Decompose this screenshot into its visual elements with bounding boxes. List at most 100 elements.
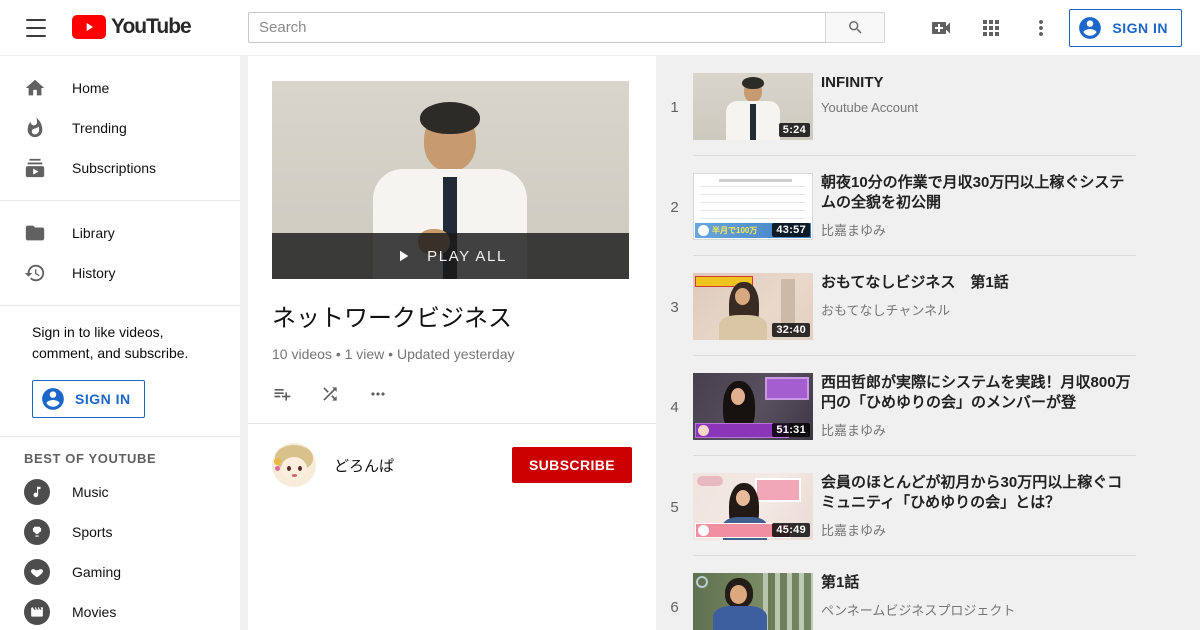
trending-icon <box>27 117 43 138</box>
sidebar-item-movies[interactable]: Movies <box>0 592 240 630</box>
history-icon <box>24 264 45 282</box>
apps-grid-icon[interactable] <box>979 16 1003 40</box>
panel-divider <box>248 423 656 424</box>
video-row[interactable]: 2 半月で100万 43:57 朝夜10分の作業で月収30万円以上稼ぐシステムの… <box>656 156 1200 256</box>
video-title: 西田哲郎が実際にシステムを実践！月収800万円の「ひめゆりの会」のメンバーが登 <box>821 374 1131 411</box>
sidebar-item-trending[interactable]: Trending <box>0 108 240 148</box>
play-all-overlay[interactable]: PLAY ALL <box>272 233 629 279</box>
shuffle-icon[interactable] <box>320 384 340 409</box>
more-actions-icon[interactable] <box>368 384 388 409</box>
sign-in-label: SIGN IN <box>75 391 131 407</box>
top-header: YouTube SIGN IN <box>0 0 1200 56</box>
account-icon <box>1079 17 1102 39</box>
search-bar <box>248 12 885 43</box>
sidebar-item-label: Library <box>72 225 115 241</box>
channel-avatar[interactable] <box>272 443 316 487</box>
playlist-title: ネットワークビジネス <box>272 305 512 332</box>
sidebar-item-label: Gaming <box>72 564 122 580</box>
video-title: 会員のほとんどが初月から30万円以上稼ぐコミュニティ「ひめゆりの会」とは？ <box>821 474 1123 511</box>
sidebar-item-library[interactable]: Library <box>0 213 240 253</box>
more-options-icon[interactable] <box>1029 16 1044 40</box>
playlist-stats: 10 videos • 1 view • Updated yesterday <box>272 346 515 362</box>
video-index: 3 <box>670 299 679 316</box>
video-channel: おもてなしチャンネル <box>821 303 951 318</box>
play-all-label: PLAY ALL <box>427 247 507 265</box>
youtube-play-icon <box>72 15 106 39</box>
video-thumbnail[interactable]: 51:31 <box>693 373 813 440</box>
playlist-thumbnail[interactable]: PLAY ALL <box>272 81 629 279</box>
playlist-panel: PLAY ALL ネットワークビジネス 10 videos • 1 view •… <box>248 56 656 630</box>
sidebar-item-label: Sports <box>72 524 113 540</box>
video-title: 第1話 <box>821 574 860 591</box>
subscribe-button[interactable]: SUBSCRIBE <box>511 447 632 483</box>
video-row[interactable]: 4 51:31 西田哲郎が実際にシステムを実践！月収800万円の「ひめゆりの会」… <box>656 356 1200 456</box>
sports-icon <box>24 519 50 545</box>
upload-video-icon[interactable] <box>929 16 953 40</box>
gaming-icon <box>24 559 50 585</box>
sidebar-item-music[interactable]: Music <box>0 472 240 512</box>
video-channel: 比嘉まゆみ <box>821 223 887 238</box>
video-thumbnail[interactable]: 45:49 <box>693 473 813 540</box>
playlist-video-list: 1 5:24 INFINITY Youtube Account 2 半月で100… <box>656 56 1200 630</box>
duration-badge: 43:57 <box>772 223 810 237</box>
video-thumbnail[interactable]: 半月で100万 43:57 <box>693 173 813 240</box>
channel-name[interactable]: どろんぱ <box>334 455 512 476</box>
account-icon <box>42 388 64 410</box>
sidebar-item-gaming[interactable]: Gaming <box>0 552 240 592</box>
music-icon <box>24 479 50 505</box>
duration-badge: 32:40 <box>772 323 810 337</box>
playlist-actions <box>272 384 632 409</box>
sidebar-item-history[interactable]: History <box>0 253 240 293</box>
video-row[interactable]: 6 第1話 ペンネームビジネスプロジェクト <box>656 556 1200 630</box>
sidebar-item-label: Music <box>72 484 109 500</box>
sidebar-item-label: Subscriptions <box>72 160 157 176</box>
duration-badge: 45:49 <box>772 523 810 537</box>
sidebar-item-home[interactable]: Home <box>0 68 240 108</box>
subscriptions-icon <box>25 158 45 178</box>
search-input[interactable] <box>248 12 825 43</box>
sidebar-item-label: Home <box>72 80 110 96</box>
sidebar-item-label: History <box>72 265 116 281</box>
video-row[interactable]: 1 5:24 INFINITY Youtube Account <box>656 56 1200 156</box>
video-thumbnail[interactable] <box>693 573 813 630</box>
channel-row: どろんぱ SUBSCRIBE <box>272 443 632 487</box>
sidebar: Home Trending Subscriptions Library Hist… <box>0 56 240 630</box>
sidebar-item-subscriptions[interactable]: Subscriptions <box>0 148 240 188</box>
add-to-playlist-icon[interactable] <box>272 384 292 409</box>
sidebar-item-label: Movies <box>72 604 117 620</box>
play-icon <box>400 250 409 262</box>
main-content: PLAY ALL ネットワークビジネス 10 videos • 1 view •… <box>240 56 1200 630</box>
sidebar-item-label: Trending <box>72 120 127 136</box>
video-row[interactable]: 3 32:40 おもてなしビジネス 第1話 おもてなしチャンネル <box>656 256 1200 356</box>
sign-in-prompt: Sign in to like videos, comment, and sub… <box>32 324 189 361</box>
video-channel: Youtube Account <box>821 100 919 115</box>
duration-badge: 5:24 <box>778 123 810 137</box>
header-actions: SIGN IN <box>929 0 1182 56</box>
video-channel: 比嘉まゆみ <box>821 423 887 438</box>
header-sign-in-button[interactable]: SIGN IN <box>1069 9 1182 47</box>
sign-in-label: SIGN IN <box>1112 20 1168 36</box>
video-thumbnail[interactable]: 5:24 <box>693 73 813 140</box>
video-index: 5 <box>670 499 679 516</box>
home-icon <box>25 79 45 96</box>
video-index: 2 <box>670 199 679 216</box>
video-title: 朝夜10分の作業で月収30万円以上稼ぐシステムの全貌を初公開 <box>821 174 1125 211</box>
video-row[interactable]: 5 45:49 会員のほとんどが初月から30万円以上稼ぐコミュニティ「ひめゆりの… <box>656 456 1200 556</box>
video-index: 4 <box>670 399 679 416</box>
video-title: おもてなしビジネス 第1話 <box>821 274 1009 291</box>
movies-icon <box>24 599 50 625</box>
video-channel: ペンネームビジネスプロジェクト <box>821 603 1016 618</box>
video-channel: 比嘉まゆみ <box>821 523 887 538</box>
search-icon <box>848 21 862 34</box>
menu-button[interactable] <box>26 19 46 37</box>
library-icon <box>25 225 45 241</box>
video-title: INFINITY <box>821 74 884 91</box>
youtube-logo-text: YouTube <box>111 15 192 38</box>
duration-badge: 51:31 <box>772 423 810 437</box>
search-button[interactable] <box>825 12 885 43</box>
best-of-youtube-heading: BEST OF YOUTUBE <box>24 451 157 466</box>
video-thumbnail[interactable]: 32:40 <box>693 273 813 340</box>
youtube-logo[interactable]: YouTube <box>72 15 192 39</box>
sidebar-item-sports[interactable]: Sports <box>0 512 240 552</box>
sidebar-sign-in-button[interactable]: SIGN IN <box>32 380 145 418</box>
